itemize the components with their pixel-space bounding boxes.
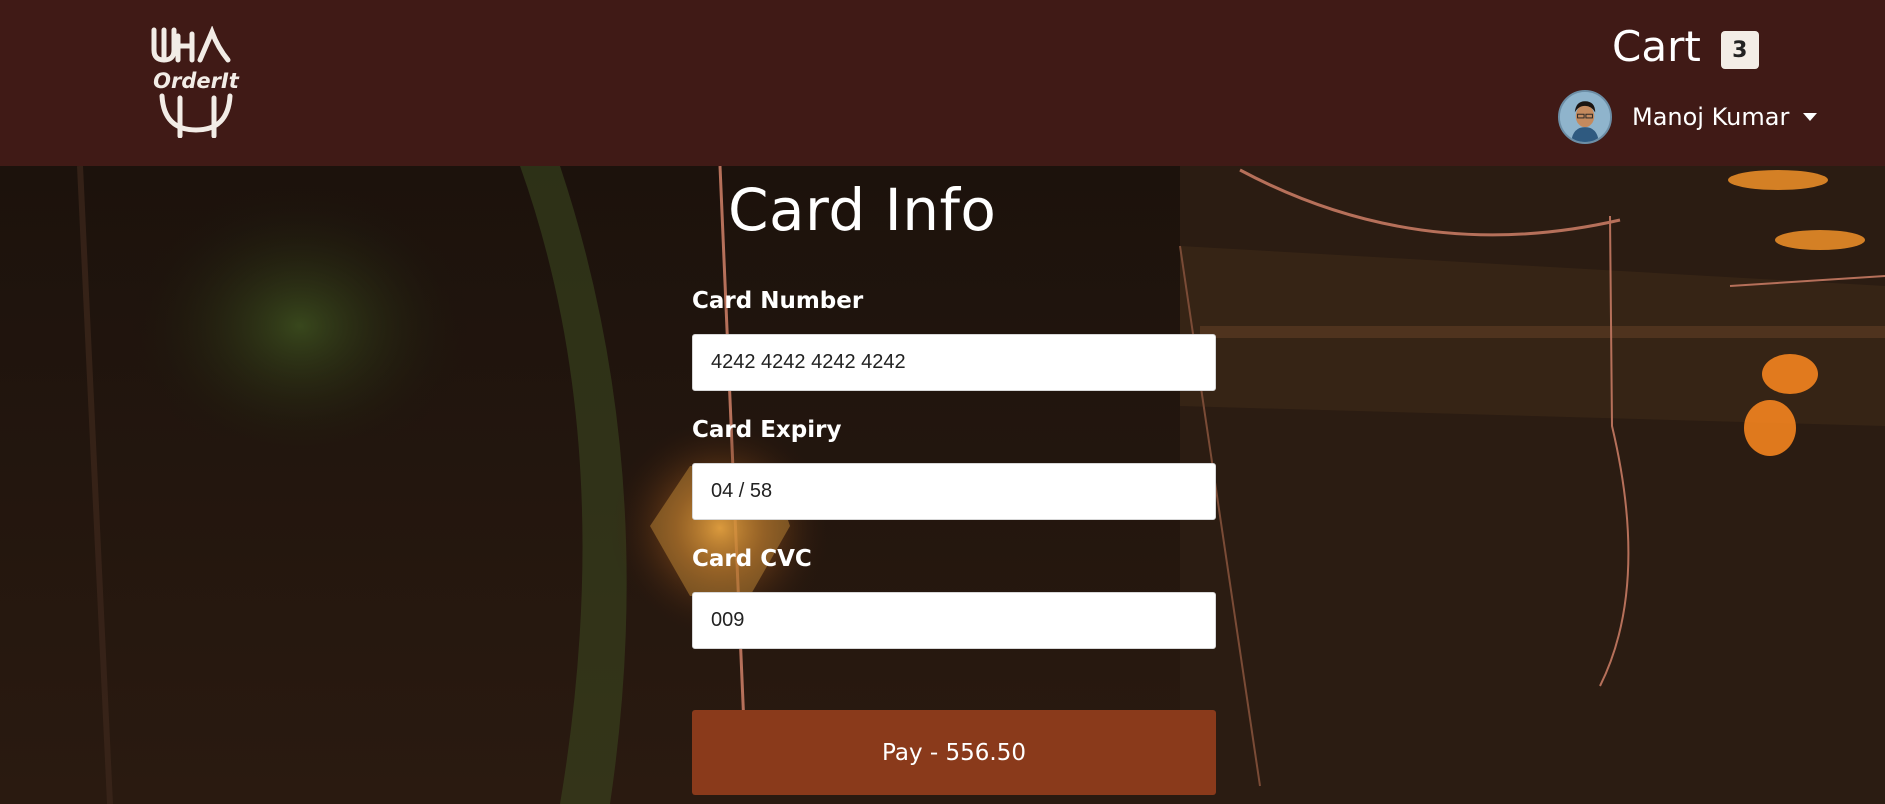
avatar: [1558, 90, 1612, 144]
svg-text:OrderIt: OrderIt: [153, 69, 240, 93]
card-number-field[interactable]: [692, 334, 1216, 391]
pay-button[interactable]: Pay - 556.50: [692, 710, 1216, 795]
orderit-logo[interactable]: OrderIt: [148, 26, 244, 138]
user-menu-toggle[interactable]: Manoj Kumar: [1558, 90, 1818, 144]
card-cvc-label: Card CVC: [692, 546, 812, 572]
cart-link[interactable]: Cart 3: [1612, 22, 1759, 72]
cart-label: Cart: [1612, 22, 1701, 71]
user-name: Manoj Kumar: [1632, 103, 1790, 131]
logo-icon: OrderIt: [151, 26, 240, 138]
card-expiry-field[interactable]: [692, 463, 1216, 520]
user-avatar-icon: [1560, 92, 1610, 142]
caret-down-icon: [1803, 113, 1818, 121]
card-cvc-field[interactable]: [692, 592, 1216, 649]
page-title: Card Info: [728, 176, 997, 244]
cart-count-badge: 3: [1720, 31, 1759, 69]
top-navbar: OrderIt Cart 3 Manoj Kumar: [0, 0, 1885, 166]
card-number-label: Card Number: [692, 288, 864, 314]
card-expiry-label: Card Expiry: [692, 417, 842, 443]
